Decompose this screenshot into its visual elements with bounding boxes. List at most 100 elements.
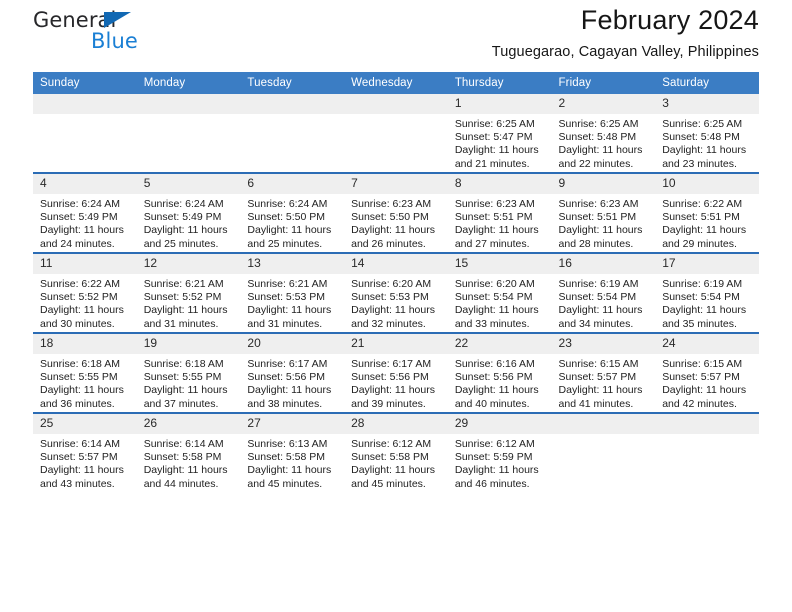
day-number [344, 94, 448, 114]
calendar-day-cell[interactable]: 24 Sunrise: 6:15 AM Sunset: 5:57 PM Dayligh… [655, 332, 759, 413]
calendar-day-cell[interactable]: 13 Sunrise: 6:21 AM Sunset: 5:53 PM Dayligh… [240, 252, 345, 333]
day-number: 12 [136, 254, 241, 274]
sunrise-text: Sunrise: 6:22 AM [40, 278, 120, 290]
calendar-day-cell[interactable]: 20 Sunrise: 6:17 AM Sunset: 5:56 PM Dayligh… [240, 332, 345, 413]
calendar-day-cell[interactable]: 27 Sunrise: 6:13 AM Sunset: 5:58 PM Dayligh… [240, 412, 345, 492]
calendar-day-cell[interactable]: 9 Sunrise: 6:23 AM Sunset: 5:51 PM Daylight… [551, 172, 656, 253]
calendar-page: General Blue February 2024 Tuguegarao, C… [0, 0, 792, 612]
day-number: 1 [447, 94, 552, 114]
daylight-text: Daylight: 11 hours and 33 minutes. [454, 304, 539, 330]
calendar-day-cell[interactable]: 10 Sunrise: 6:22 AM Sunset: 5:51 PM Dayligh… [655, 172, 759, 253]
daylight-text: Daylight: 11 hours and 21 minutes. [454, 144, 539, 170]
weekday-header-monday: Monday [136, 72, 241, 94]
day-number: 13 [240, 254, 345, 274]
calendar-day-cell[interactable]: 15 Sunrise: 6:20 AM Sunset: 5:54 PM Dayligh… [447, 252, 552, 333]
calendar-day-cell[interactable]: 7 Sunrise: 6:23 AM Sunset: 5:50 PM Daylight… [344, 172, 448, 253]
calendar-day-cell[interactable]: 22 Sunrise: 6:16 AM Sunset: 5:56 PM Dayligh… [447, 332, 552, 413]
day-details: Sunrise: 6:20 AM Sunset: 5:53 PM Daylight:… [344, 274, 448, 331]
sunset-text: Sunset: 5:47 PM [454, 131, 533, 144]
day-details: Sunrise: 6:22 AM Sunset: 5:51 PM Daylight:… [655, 194, 759, 251]
sunset-text: Sunset: 5:56 PM [454, 371, 533, 384]
sunset-text: Sunset: 5:58 PM [143, 451, 222, 464]
calendar-day-cell[interactable]: 3 Sunrise: 6:25 AM Sunset: 5:48 PM Daylight… [655, 94, 759, 173]
calendar-day-cell[interactable]: 4 Sunrise: 6:24 AM Sunset: 5:49 PM Daylight… [33, 172, 137, 253]
calendar-day-cell[interactable]: 19 Sunrise: 6:18 AM Sunset: 5:55 PM Dayligh… [136, 332, 241, 413]
calendar-day-cell[interactable]: 14 Sunrise: 6:20 AM Sunset: 5:53 PM Dayligh… [344, 252, 448, 333]
sunrise-text: Sunrise: 6:22 AM [662, 198, 743, 210]
calendar-day-cell[interactable]: 28 Sunrise: 6:12 AM Sunset: 5:58 PM Dayligh… [344, 412, 448, 492]
calendar-day-cell[interactable]: 26 Sunrise: 6:14 AM Sunset: 5:58 PM Dayligh… [136, 412, 241, 492]
day-details: Sunrise: 6:21 AM Sunset: 5:52 PM Daylight:… [137, 274, 241, 331]
sunrise-text: Sunrise: 6:20 AM [454, 278, 535, 290]
sunset-text: Sunset: 5:50 PM [247, 211, 326, 224]
weekday-header-tuesday: Tuesday [240, 72, 345, 94]
calendar-day-cell[interactable]: 12 Sunrise: 6:21 AM Sunset: 5:52 PM Dayligh… [136, 252, 241, 333]
daylight-text: Daylight: 11 hours and 23 minutes. [662, 144, 747, 170]
calendar-day-cell[interactable]: 11 Sunrise: 6:22 AM Sunset: 5:52 PM Dayligh… [33, 252, 137, 333]
calendar-day-cell[interactable]: 17 Sunrise: 6:19 AM Sunset: 5:54 PM Dayligh… [655, 252, 759, 333]
day-number: 19 [136, 334, 241, 354]
sunrise-text: Sunrise: 6:18 AM [40, 358, 120, 370]
sunrise-text: Sunrise: 6:17 AM [247, 358, 328, 370]
day-number: 7 [344, 174, 448, 194]
sunset-text: Sunset: 5:51 PM [662, 211, 740, 224]
calendar-day-cell[interactable]: 23 Sunrise: 6:15 AM Sunset: 5:57 PM Dayligh… [551, 332, 656, 413]
sunset-text: Sunset: 5:48 PM [558, 131, 637, 144]
sunrise-text: Sunrise: 6:25 AM [662, 118, 743, 130]
calendar-day-cell[interactable]: 6 Sunrise: 6:24 AM Sunset: 5:50 PM Daylight… [240, 172, 345, 253]
calendar-day-cell[interactable]: 21 Sunrise: 6:17 AM Sunset: 5:56 PM Dayligh… [344, 332, 448, 413]
day-number: 2 [551, 94, 656, 114]
calendar-day-cell[interactable]: 29 Sunrise: 6:12 AM Sunset: 5:59 PM Dayligh… [447, 412, 552, 492]
daylight-text: Daylight: 11 hours and 27 minutes. [454, 224, 539, 250]
sunset-text: Sunset: 5:54 PM [454, 291, 533, 304]
day-details: Sunrise: 6:23 AM Sunset: 5:51 PM Daylight:… [552, 194, 656, 251]
daylight-text: Daylight: 11 hours and 28 minutes. [558, 224, 643, 250]
day-number: 5 [136, 174, 241, 194]
weekday-header-thursday: Thursday [447, 72, 552, 94]
sunset-text: Sunset: 5:52 PM [40, 291, 118, 304]
calendar-header-row: Sunday Monday Tuesday Wednesday Thursday… [33, 72, 759, 94]
sunset-text: Sunset: 5:57 PM [40, 451, 118, 464]
sunset-text: Sunset: 5:55 PM [143, 371, 222, 384]
calendar-day-cell[interactable]: 16 Sunrise: 6:19 AM Sunset: 5:54 PM Dayligh… [551, 252, 656, 333]
calendar-day-cell[interactable]: 2 Sunrise: 6:25 AM Sunset: 5:48 PM Daylight… [551, 94, 656, 173]
sunrise-text: Sunrise: 6:15 AM [558, 358, 639, 370]
day-number: 29 [447, 414, 552, 434]
daylight-text: Daylight: 11 hours and 34 minutes. [558, 304, 643, 330]
sunrise-text: Sunrise: 6:13 AM [247, 438, 328, 450]
sunset-text: Sunset: 5:56 PM [351, 371, 429, 384]
day-number: 21 [344, 334, 448, 354]
day-details: Sunrise: 6:18 AM Sunset: 5:55 PM Daylight:… [137, 354, 241, 411]
calendar-week-row: 25 Sunrise: 6:14 AM Sunset: 5:57 PM Dayligh… [33, 412, 759, 492]
sunset-text: Sunset: 5:58 PM [351, 451, 429, 464]
sunrise-text: Sunrise: 6:21 AM [247, 278, 328, 290]
daylight-text: Daylight: 11 hours and 30 minutes. [40, 304, 124, 330]
calendar-day-cell-empty [551, 412, 656, 492]
calendar-day-cell[interactable]: 18 Sunrise: 6:18 AM Sunset: 5:55 PM Dayligh… [33, 332, 137, 413]
day-number: 26 [136, 414, 241, 434]
sunrise-text: Sunrise: 6:14 AM [40, 438, 120, 450]
day-details: Sunrise: 6:25 AM Sunset: 5:47 PM Daylight:… [448, 114, 552, 171]
sunrise-text: Sunrise: 6:19 AM [558, 278, 639, 290]
day-number [136, 94, 241, 114]
calendar-day-cell[interactable]: 5 Sunrise: 6:24 AM Sunset: 5:49 PM Daylight… [136, 172, 241, 253]
day-details: Sunrise: 6:21 AM Sunset: 5:53 PM Daylight:… [240, 274, 344, 331]
daylight-text: Daylight: 11 hours and 22 minutes. [558, 144, 643, 170]
logo-triangle-icon [104, 12, 131, 28]
day-details: Sunrise: 6:17 AM Sunset: 5:56 PM Daylight:… [344, 354, 448, 411]
daylight-text: Daylight: 11 hours and 37 minutes. [143, 384, 228, 410]
sunrise-text: Sunrise: 6:19 AM [662, 278, 743, 290]
calendar-day-cell[interactable]: 1 Sunrise: 6:25 AM Sunset: 5:47 PM Daylight… [447, 94, 552, 173]
daylight-text: Daylight: 11 hours and 24 minutes. [40, 224, 124, 250]
day-number: 22 [447, 334, 552, 354]
sunrise-text: Sunrise: 6:24 AM [143, 198, 224, 210]
calendar-day-cell-empty [136, 94, 241, 173]
day-number: 15 [447, 254, 552, 274]
day-number [240, 94, 345, 114]
sunset-text: Sunset: 5:49 PM [143, 211, 222, 224]
day-number: 6 [240, 174, 345, 194]
day-number: 27 [240, 414, 345, 434]
weekday-header-friday: Friday [551, 72, 656, 94]
calendar-day-cell[interactable]: 25 Sunrise: 6:14 AM Sunset: 5:57 PM Dayligh… [33, 412, 137, 492]
calendar-day-cell[interactable]: 8 Sunrise: 6:23 AM Sunset: 5:51 PM Daylight… [447, 172, 552, 253]
